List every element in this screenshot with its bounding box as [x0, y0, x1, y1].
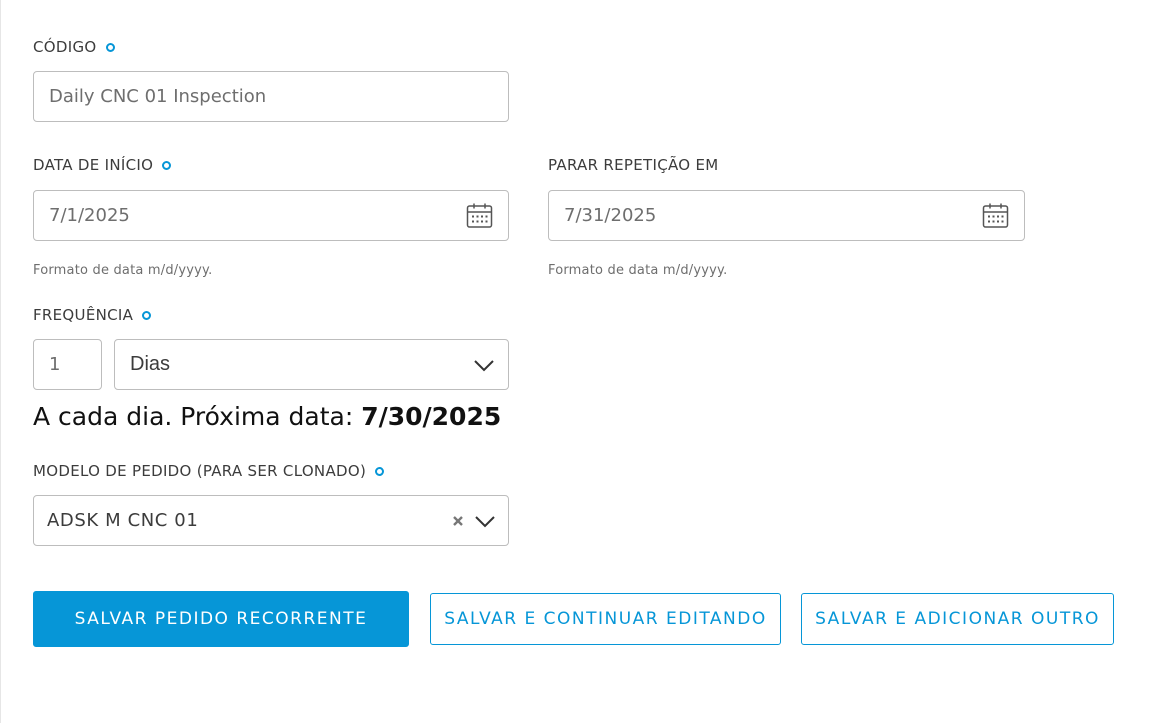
order-template-select[interactable]: ADSK M CNC 01: [33, 495, 509, 546]
start-date-label-text: DATA DE INÍCIO: [33, 156, 154, 174]
save-and-add-another-button[interactable]: SALVAR E ADICIONAR OUTRO: [801, 593, 1114, 645]
code-input[interactable]: Daily CNC 01 Inspection: [33, 71, 509, 122]
save-recurring-order-button[interactable]: SALVAR PEDIDO RECORRENTE: [33, 591, 409, 647]
stop-repeat-value: 7/31/2025: [564, 205, 657, 226]
frequency-label: FREQUÊNCIA: [33, 306, 152, 324]
required-indicator-icon: [105, 42, 115, 52]
calendar-icon[interactable]: [982, 202, 1009, 229]
frequency-count-value: 1: [49, 354, 61, 375]
clear-icon[interactable]: [451, 514, 465, 528]
order-template-label-text: MODELO DE PEDIDO (PARA SER CLONADO): [33, 462, 367, 480]
save-and-continue-editing-label: SALVAR E CONTINUAR EDITANDO: [444, 609, 767, 629]
required-indicator-icon: [162, 160, 172, 170]
order-template-label: MODELO DE PEDIDO (PARA SER CLONADO): [33, 462, 385, 480]
frequency-label-text: FREQUÊNCIA: [33, 306, 134, 324]
save-and-add-another-label: SALVAR E ADICIONAR OUTRO: [815, 609, 1100, 629]
chevron-down-icon[interactable]: [472, 353, 496, 377]
start-date-input[interactable]: 7/1/2025: [33, 190, 509, 241]
code-label-text: CÓDIGO: [33, 38, 97, 56]
stop-repeat-hint: Formato de data m/d/yyyy.: [548, 263, 728, 278]
save-recurring-order-label: SALVAR PEDIDO RECORRENTE: [74, 609, 368, 629]
stop-repeat-label-text: PARAR REPETIÇÃO EM: [548, 156, 719, 174]
start-date-hint: Formato de data m/d/yyyy.: [33, 263, 213, 278]
frequency-count-input[interactable]: 1: [33, 339, 102, 390]
required-indicator-icon: [142, 310, 152, 320]
order-template-value: ADSK M CNC 01: [47, 510, 199, 531]
stop-repeat-label: PARAR REPETIÇÃO EM: [548, 156, 719, 174]
chevron-down-icon[interactable]: [473, 509, 497, 533]
frequency-unit-value: Dias: [130, 353, 171, 375]
next-date: 7/30/2025: [361, 402, 502, 431]
stop-repeat-input[interactable]: 7/31/2025: [548, 190, 1025, 241]
calendar-icon[interactable]: [466, 202, 493, 229]
recurring-order-form: CÓDIGO Daily CNC 01 Inspection DATA DE I…: [0, 0, 1168, 723]
frequency-unit-select[interactable]: Dias: [114, 339, 509, 390]
frequency-summary: A cada dia. Próxima data: 7/30/2025: [33, 402, 501, 431]
start-date-value: 7/1/2025: [49, 205, 130, 226]
save-and-continue-editing-button[interactable]: SALVAR E CONTINUAR EDITANDO: [430, 593, 781, 645]
summary-text: A cada dia. Próxima data:: [33, 402, 362, 431]
code-input-value: Daily CNC 01 Inspection: [49, 86, 267, 107]
code-label: CÓDIGO: [33, 38, 115, 56]
start-date-label: DATA DE INÍCIO: [33, 156, 172, 174]
required-indicator-icon: [375, 466, 385, 476]
